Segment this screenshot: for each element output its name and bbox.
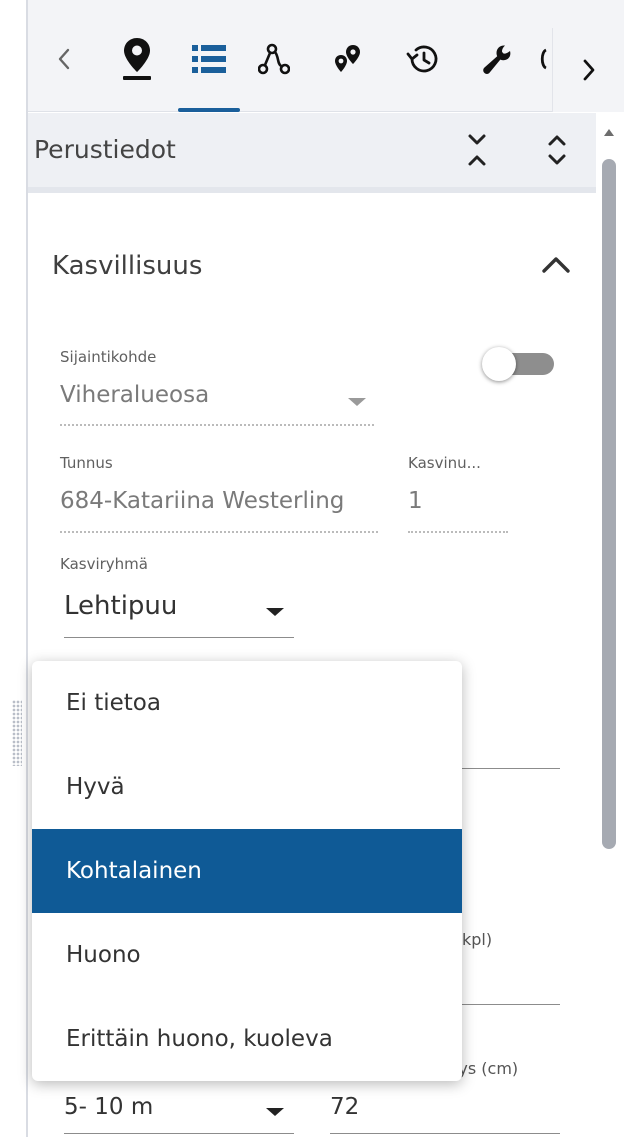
scroll-up-arrow-icon bbox=[604, 129, 614, 136]
locations-icon bbox=[335, 45, 360, 72]
chevron-right-icon bbox=[583, 59, 594, 81]
top-strip bbox=[28, 0, 624, 14]
scroll-up-button[interactable] bbox=[602, 123, 616, 142]
caret-down-icon bbox=[266, 608, 284, 616]
dropdown-option-kohtalainen[interactable]: Kohtalainen bbox=[32, 829, 462, 913]
toggle-knob bbox=[482, 347, 516, 381]
map-pin-icon bbox=[123, 38, 151, 80]
tab-route[interactable] bbox=[252, 28, 296, 90]
height-select[interactable]: 5- 10 m bbox=[64, 1091, 296, 1135]
plant-group-value: Lehtipuu bbox=[64, 591, 178, 621]
circumference-underline bbox=[330, 1133, 560, 1134]
count-field-label-partial: kpl) bbox=[462, 930, 493, 949]
condition-dropdown-menu: Ei tietoa Hyvä Kohtalainen Huono Erittäi… bbox=[32, 661, 462, 1081]
plant-number-value: 1 bbox=[408, 488, 423, 514]
tab-locations[interactable] bbox=[326, 28, 370, 90]
toolbar bbox=[28, 14, 624, 112]
collapse-all-icon bbox=[468, 134, 486, 166]
location-target-dropdown bbox=[346, 393, 368, 412]
resize-handle[interactable] bbox=[12, 700, 22, 766]
plant-group-select[interactable]: Lehtipuu bbox=[64, 585, 296, 637]
tab-maintenance[interactable] bbox=[474, 28, 520, 90]
tab-location[interactable] bbox=[114, 28, 160, 90]
caret-down-icon bbox=[266, 1108, 284, 1116]
wrench-icon bbox=[483, 45, 511, 74]
toolbar-prev-button[interactable] bbox=[48, 28, 80, 90]
id-label: Tunnus bbox=[60, 454, 113, 472]
section-title: Perustiedot bbox=[34, 135, 176, 164]
plant-group-underline bbox=[64, 637, 294, 638]
tab-details[interactable] bbox=[178, 28, 240, 90]
circumference-value[interactable]: 72 bbox=[330, 1094, 359, 1120]
partial-tab-icon bbox=[540, 48, 547, 70]
chevron-left-icon bbox=[58, 48, 70, 70]
section-header[interactable]: Perustiedot bbox=[28, 113, 596, 193]
route-icon bbox=[258, 43, 290, 75]
plant-group-label: Kasviryhmä bbox=[60, 555, 148, 573]
tab-history[interactable] bbox=[400, 28, 446, 90]
scrollbar-thumb[interactable] bbox=[602, 159, 616, 849]
active-tab-indicator bbox=[178, 108, 240, 112]
caret-down-icon bbox=[348, 398, 366, 406]
dropdown-option-hyva[interactable]: Hyvä bbox=[32, 745, 462, 829]
height-value: 5- 10 m bbox=[64, 1094, 154, 1120]
toolbar-next-button[interactable] bbox=[552, 28, 624, 112]
group-collapse-button[interactable] bbox=[540, 253, 572, 279]
location-target-underline bbox=[60, 424, 374, 426]
dropdown-option-huono[interactable]: Huono bbox=[32, 913, 462, 997]
group-title: Kasvillisuus bbox=[52, 251, 203, 281]
tab-overflow-partial[interactable] bbox=[536, 28, 550, 90]
id-underline bbox=[60, 531, 378, 533]
plant-number-underline bbox=[408, 531, 508, 533]
history-icon bbox=[406, 45, 438, 73]
expand-all-button[interactable] bbox=[546, 133, 568, 171]
dropdown-option-erittain-huono[interactable]: Erittäin huono, kuoleva bbox=[32, 997, 462, 1081]
plant-group-caret bbox=[264, 603, 286, 622]
location-target-label: Sijaintikohde bbox=[60, 348, 157, 366]
plant-number-label: Kasvinu... bbox=[408, 454, 481, 472]
location-toggle[interactable] bbox=[482, 347, 556, 381]
collapse-all-button[interactable] bbox=[466, 133, 488, 171]
list-icon bbox=[192, 45, 226, 73]
dropdown-option-ei-tietoa[interactable]: Ei tietoa bbox=[32, 661, 462, 745]
location-target-value: Viheralueosa bbox=[60, 382, 210, 408]
height-caret bbox=[264, 1103, 286, 1122]
height-underline bbox=[64, 1133, 294, 1134]
chevron-up-icon bbox=[542, 257, 570, 273]
left-gutter bbox=[0, 0, 28, 1137]
expand-all-icon bbox=[548, 135, 566, 165]
vertical-scrollbar[interactable] bbox=[596, 113, 624, 1137]
id-value: 684-Katariina Westerling bbox=[60, 488, 345, 514]
